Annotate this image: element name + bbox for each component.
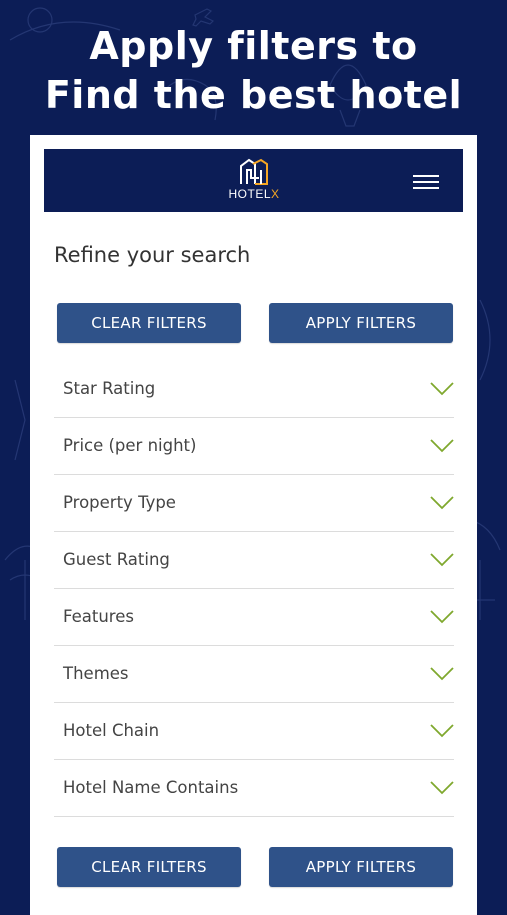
chevron-down-icon [430,382,454,396]
headline-line-1: Apply filters to [89,24,418,68]
filter-row-hotel-name[interactable]: Hotel Name Contains [54,760,454,817]
filter-row-price[interactable]: Price (per night) [54,418,454,475]
filter-row-guest-rating[interactable]: Guest Rating [54,532,454,589]
filter-label: Hotel Name Contains [63,778,239,797]
filter-label: Property Type [63,493,176,512]
page-title: Refine your search [54,243,251,267]
apply-filters-button-bottom[interactable]: APPLY FILTERS [269,847,453,887]
filter-row-themes[interactable]: Themes [54,646,454,703]
chevron-down-icon [430,781,454,795]
filter-label: Star Rating [63,379,156,398]
filter-row-features[interactable]: Features [54,589,454,646]
phone-screen: HOTELX Refine your search CLEAR FILTERS … [30,135,477,915]
clear-filters-button-top[interactable]: CLEAR FILTERS [57,303,241,343]
hamburger-menu-icon[interactable] [413,175,439,191]
chevron-down-icon [430,724,454,738]
filter-label: Themes [63,664,129,683]
headline-line-2: Find the best hotel [44,73,463,117]
clear-filters-button-bottom[interactable]: CLEAR FILTERS [57,847,241,887]
chevron-down-icon [430,610,454,624]
promo-headline: Apply filters to Find the best hotel [0,22,507,120]
filter-list: Star Rating Price (per night) Property T… [54,361,454,817]
filter-label: Hotel Chain [63,721,160,740]
chevron-down-icon [430,553,454,567]
app-header: HOTELX [44,149,463,212]
logo-accent-letter: X [271,187,280,201]
logo-wordmark: HOTEL [228,187,271,201]
filter-row-hotel-chain[interactable]: Hotel Chain [54,703,454,760]
apply-filters-button-top[interactable]: APPLY FILTERS [269,303,453,343]
filter-row-property-type[interactable]: Property Type [54,475,454,532]
filter-label: Price (per night) [63,436,197,455]
chevron-down-icon [430,496,454,510]
filter-label: Features [63,607,134,626]
filter-label: Guest Rating [63,550,170,569]
hotel-building-logo-icon [240,158,268,185]
chevron-down-icon [430,667,454,681]
hotelx-logo[interactable]: HOTELX [227,158,281,201]
filter-row-star-rating[interactable]: Star Rating [54,361,454,418]
chevron-down-icon [430,439,454,453]
